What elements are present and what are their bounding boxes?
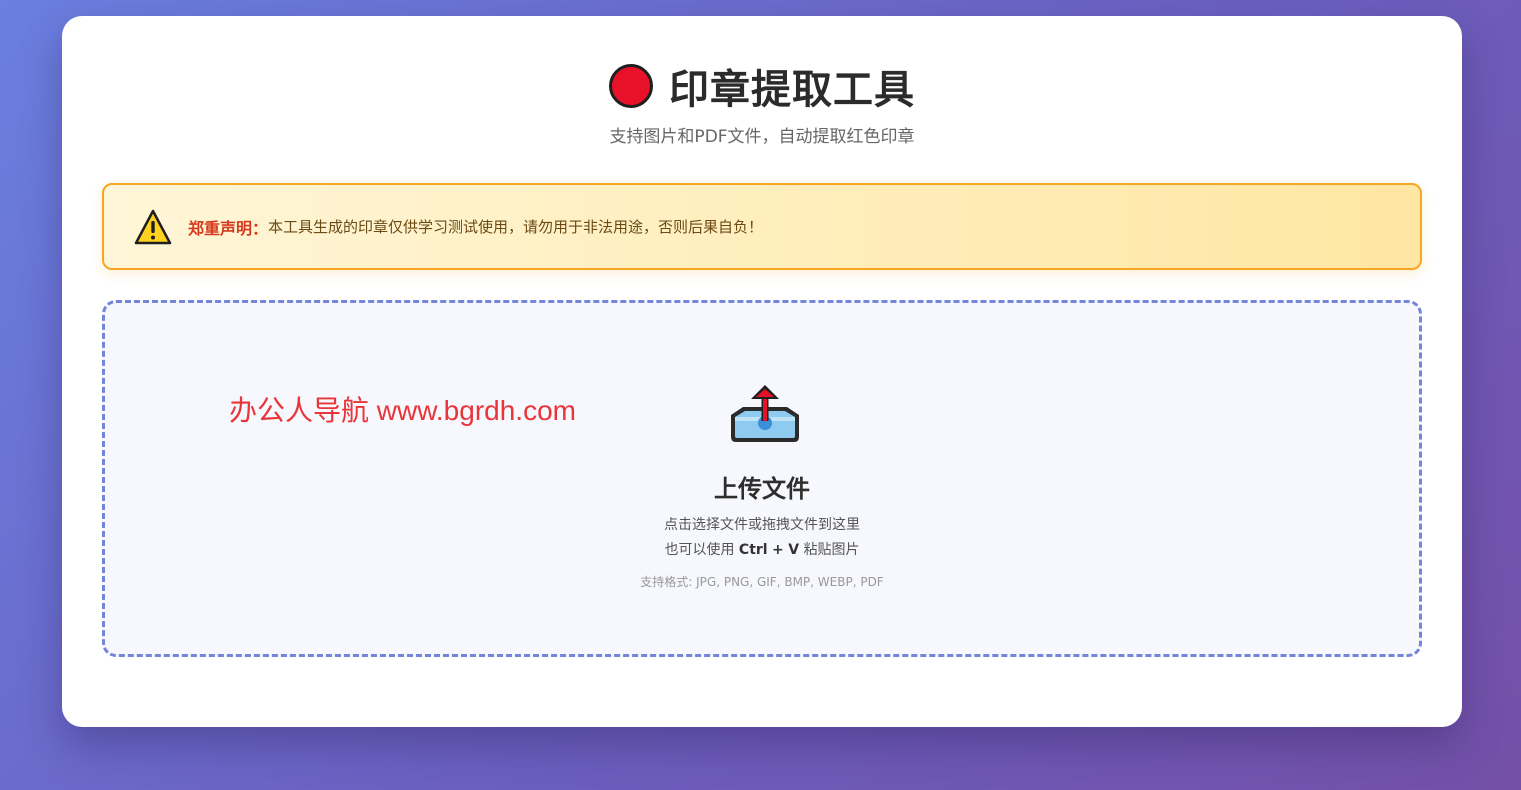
upload-desc-line1: 点击选择文件或拖拽文件到这里 (664, 517, 860, 533)
site-watermark: 办公人导航 www.bgrdh.com (229, 395, 576, 426)
upload-tray-icon (731, 385, 799, 442)
page-title: 印章提取工具 (669, 67, 915, 113)
warning-icon (134, 209, 172, 244)
disclaimer-text: 本工具生成的印章仅供学习测试使用，请勿用于非法用途，否则后果自负！ (268, 218, 764, 236)
disclaimer-label: 郑重声明： (188, 218, 269, 238)
paste-hint-suffix: 粘贴图片 (803, 542, 860, 558)
title-row: 印章提取工具 (62, 60, 1462, 113)
shortcut-plus: + (772, 542, 784, 558)
main-card: 印章提取工具 支持图片和PDF文件，自动提取红色印章 郑重声明： 本工具生成的印… (62, 16, 1462, 727)
page-subtitle: 支持图片和PDF文件，自动提取红色印章 (609, 127, 915, 147)
disclaimer-banner: 郑重声明： 本工具生成的印章仅供学习测试使用，请勿用于非法用途，否则后果自负！ (102, 183, 1422, 270)
supported-formats: 支持格式: JPG, PNG, GIF, BMP, WEBP, PDF (640, 575, 884, 589)
upload-desc-line2: 也可以使用 Ctrl + V 粘贴图片 (105, 538, 1419, 563)
file-dropzone[interactable]: 办公人导航 www.bgrdh.com 上传文件 点击选择文件或拖拽文件到这里 … (102, 300, 1422, 657)
shortcut-key-ctrl: Ctrl (738, 542, 768, 558)
paste-hint-prefix: 也可以使用 (664, 542, 735, 558)
red-circle-icon (609, 64, 653, 108)
shortcut-key-v: V (788, 542, 800, 558)
header: 印章提取工具 支持图片和PDF文件，自动提取红色印章 (62, 60, 1462, 147)
upload-title: 上传文件 (714, 475, 810, 503)
upload-description: 点击选择文件或拖拽文件到这里 也可以使用 Ctrl + V 粘贴图片 (105, 513, 1419, 563)
